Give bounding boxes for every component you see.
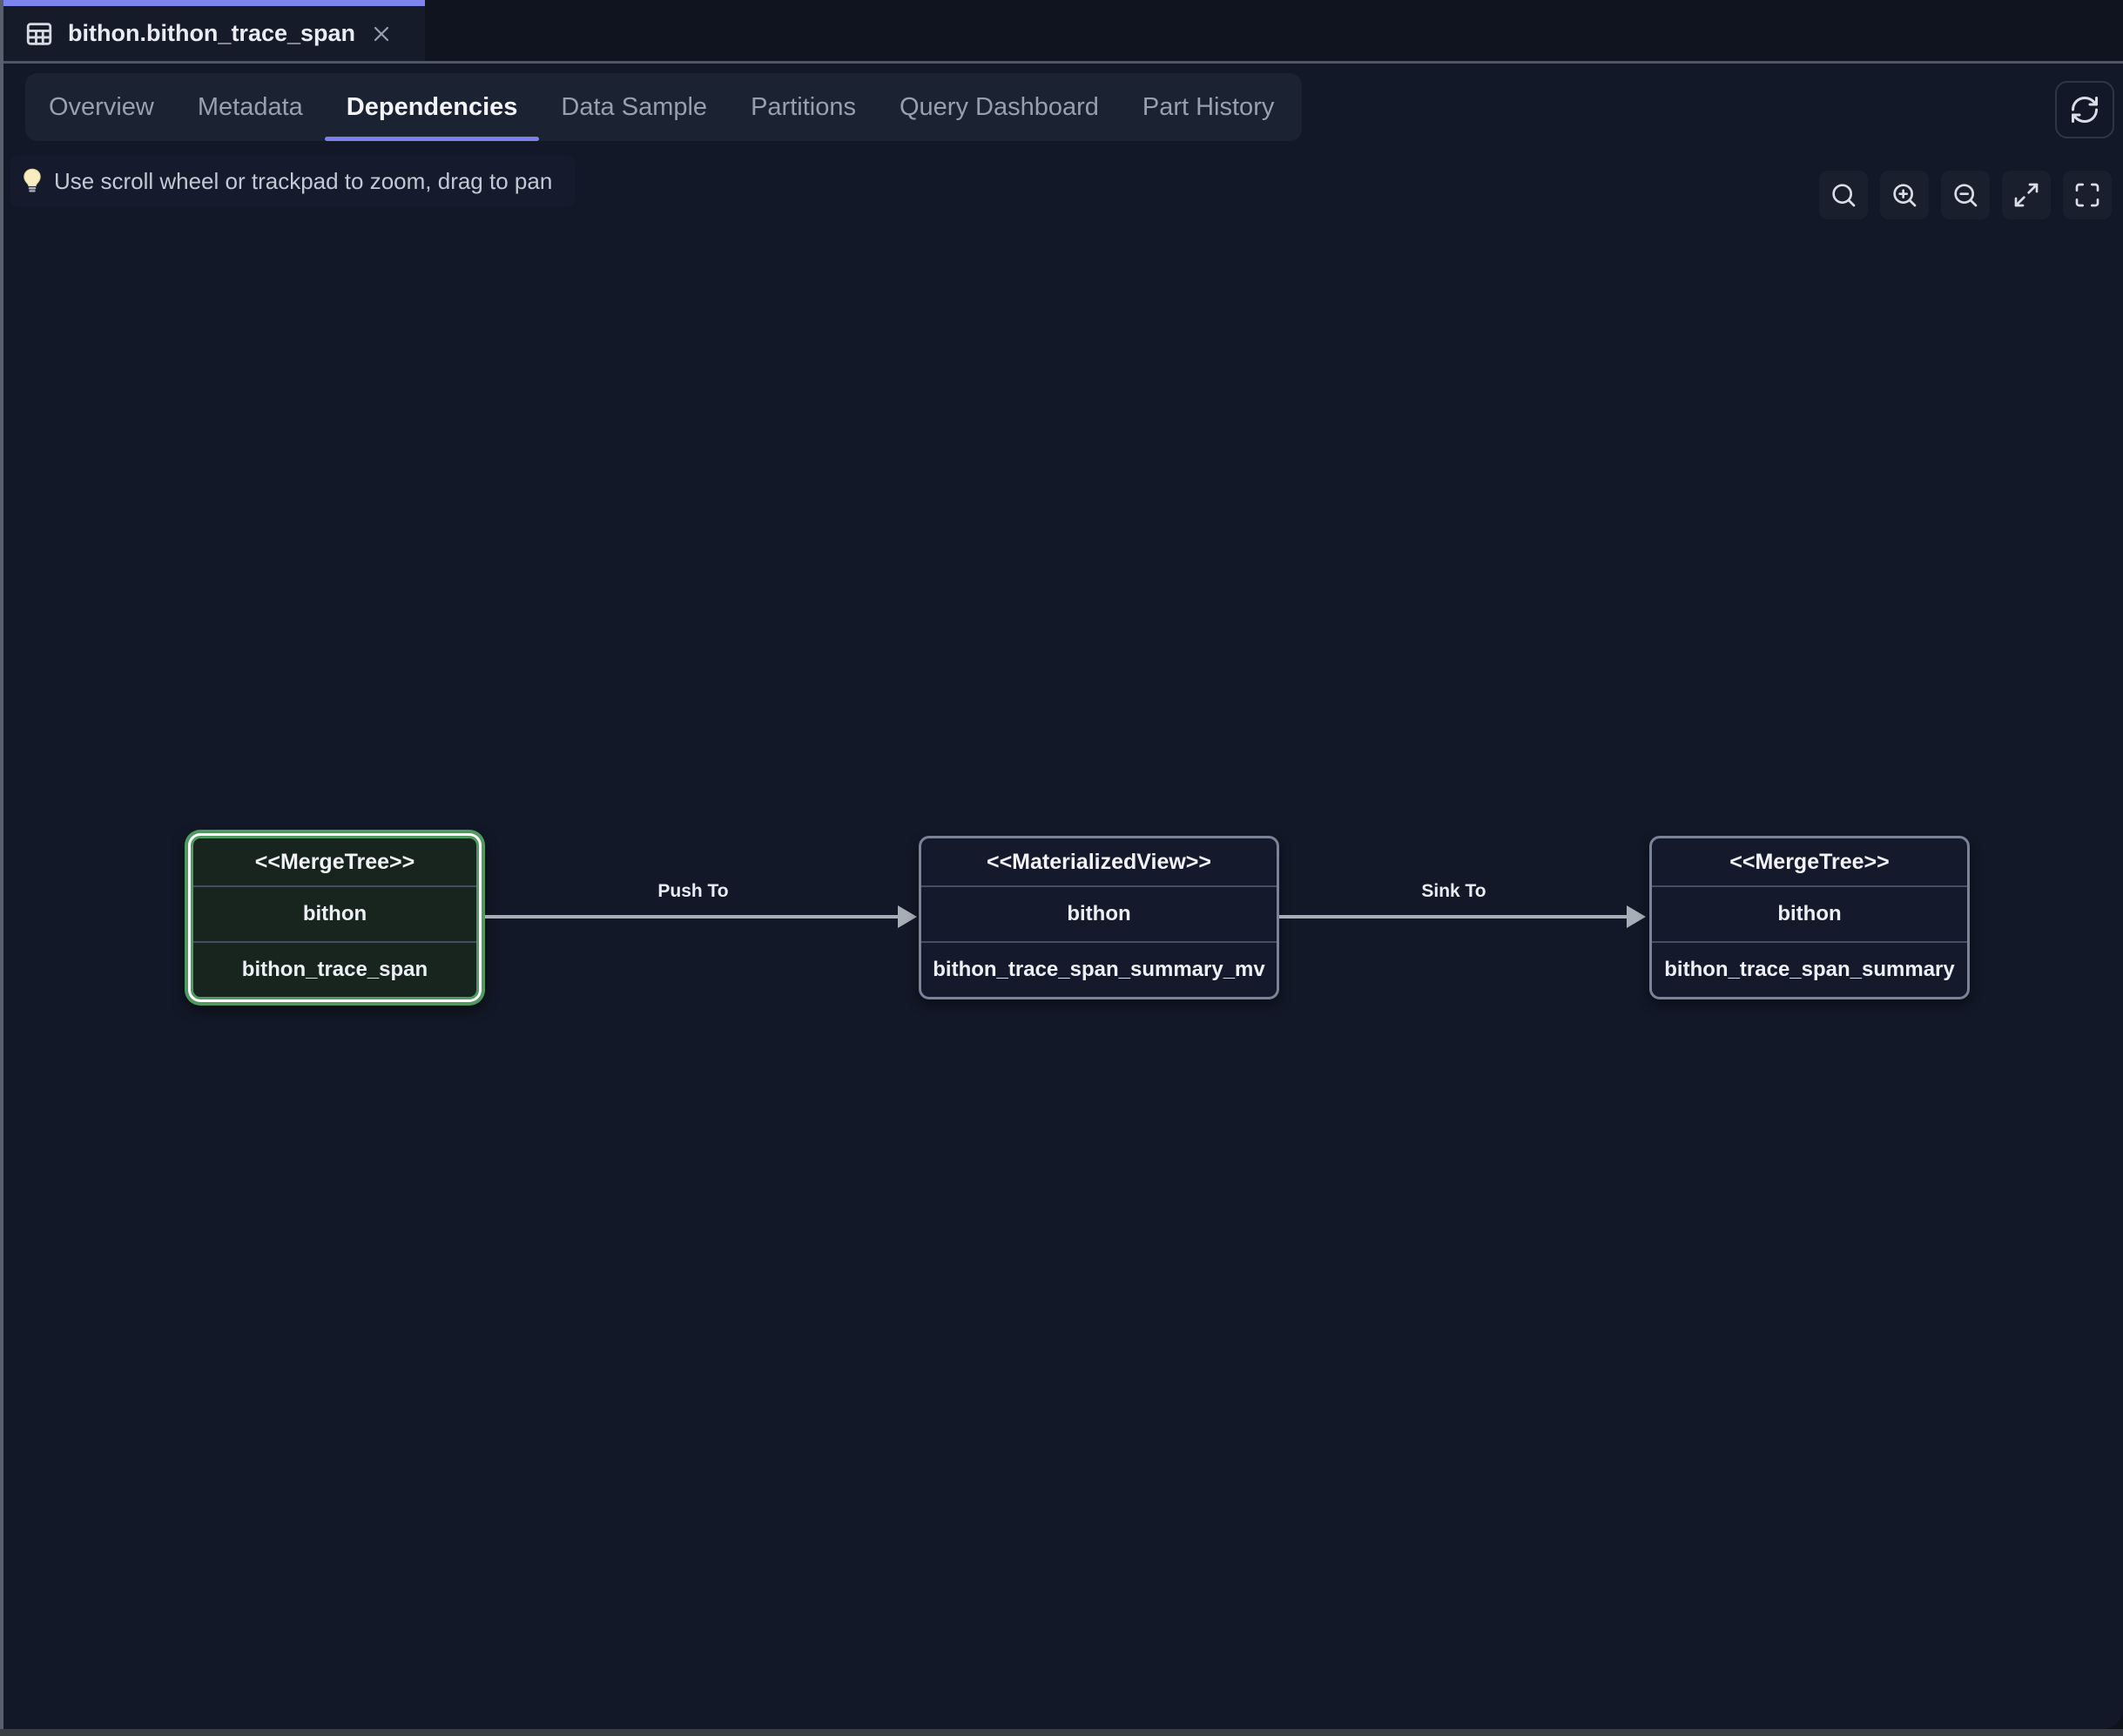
edge-push-to-label: Push To: [485, 881, 901, 902]
refresh-icon: [2069, 94, 2100, 125]
zoom-out-icon: [1951, 181, 1979, 209]
zoom-in-button[interactable]: [1880, 171, 1929, 219]
node-database: bithon: [303, 902, 367, 926]
file-tabstrip: bithon.bithon_trace_span: [3, 0, 2123, 61]
fullscreen-icon: [2073, 181, 2101, 209]
node-table: bithon_trace_span: [242, 958, 428, 982]
edge-sink-to-arrowhead: [1627, 905, 1646, 928]
node-database: bithon: [1777, 902, 1841, 926]
canvas-toolbar: [1819, 171, 2112, 219]
zoom-in-icon: [1890, 181, 1918, 209]
expand-arrows-icon: [2012, 181, 2040, 209]
main-panel: bithon.bithon_trace_span Overview Metada…: [3, 0, 2123, 1729]
graph-node-bithon-trace-span-summary-mv[interactable]: <<MaterializedView>> bithon bithon_trace…: [919, 836, 1279, 999]
tab-dependencies[interactable]: Dependencies: [325, 73, 540, 141]
node-database: bithon: [1067, 902, 1130, 926]
node-table: bithon_trace_span_summary: [1664, 958, 1954, 982]
file-tab-bithon-trace-span[interactable]: bithon.bithon_trace_span: [3, 0, 425, 61]
lightbulb-icon: [21, 168, 44, 194]
tab-partitions[interactable]: Partitions: [729, 73, 878, 141]
graph-node-bithon-trace-span[interactable]: <<MergeTree>> bithon bithon_trace_span: [185, 830, 485, 1006]
hint-text: Use scroll wheel or trackpad to zoom, dr…: [54, 168, 552, 195]
edge-sink-to-line: [1279, 915, 1628, 918]
tabstrip-divider: [3, 61, 2123, 64]
view-tabs: Overview Metadata Dependencies Data Samp…: [25, 73, 1302, 141]
zoom-pan-hint: Use scroll wheel or trackpad to zoom, dr…: [10, 155, 575, 207]
window-left-edge: [0, 0, 3, 1729]
edge-push-to-arrowhead: [898, 905, 917, 928]
node-stereotype: <<MergeTree>>: [1729, 850, 1889, 875]
fullscreen-button[interactable]: [2063, 171, 2112, 219]
file-tab-title: bithon.bithon_trace_span: [68, 20, 355, 47]
close-icon[interactable]: [371, 24, 392, 44]
node-table: bithon_trace_span_summary_mv: [933, 958, 1265, 982]
tab-part-history[interactable]: Part History: [1121, 73, 1296, 141]
edge-push-to-line: [485, 915, 900, 918]
tab-query-dashboard[interactable]: Query Dashboard: [878, 73, 1121, 141]
tab-overview[interactable]: Overview: [27, 73, 176, 141]
search-button[interactable]: [1819, 171, 1868, 219]
node-stereotype: <<MaterializedView>>: [987, 850, 1211, 875]
search-icon: [1830, 181, 1857, 209]
table-icon: [24, 19, 54, 49]
tab-metadata[interactable]: Metadata: [176, 73, 325, 141]
zoom-out-button[interactable]: [1941, 171, 1990, 219]
tab-data-sample[interactable]: Data Sample: [539, 73, 729, 141]
window-bottom-strip: [0, 1729, 2123, 1736]
fit-view-button[interactable]: [2002, 171, 2051, 219]
node-stereotype: <<MergeTree>>: [255, 850, 414, 875]
refresh-button[interactable]: [2055, 81, 2114, 138]
edge-sink-to-label: Sink To: [1279, 881, 1628, 902]
graph-node-bithon-trace-span-summary[interactable]: <<MergeTree>> bithon bithon_trace_span_s…: [1649, 836, 1970, 999]
